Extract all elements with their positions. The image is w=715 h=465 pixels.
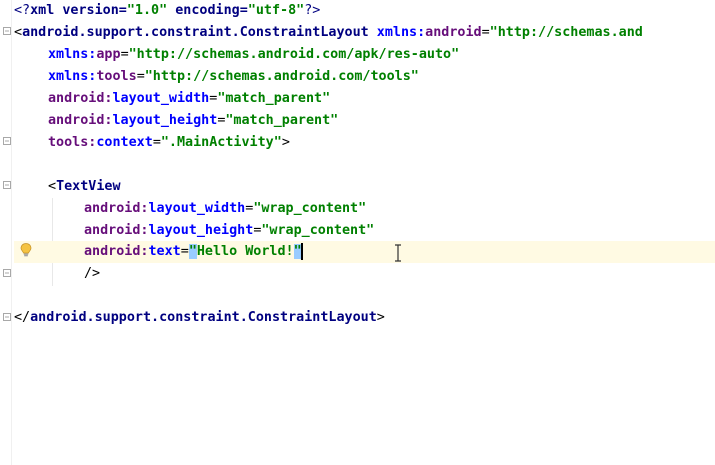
tag-name: android.support.constraint.ConstraintLay… — [30, 310, 377, 325]
fold-marker-icon[interactable] — [3, 313, 11, 321]
attr-name: layout_height — [148, 223, 254, 238]
attr-name: text — [148, 244, 181, 259]
pi-xml: xml version= — [30, 3, 127, 18]
attr-namespace: android: — [48, 113, 113, 128]
pi-encoding-value: "utf-8" — [247, 3, 305, 18]
tag-open: < — [14, 25, 23, 40]
text-cursor-icon — [393, 244, 403, 262]
code-line-15[interactable]: </android.support.constraint.ConstraintL… — [14, 307, 715, 329]
attr-namespace: android: — [84, 223, 149, 238]
attr-equals: = — [136, 69, 145, 84]
attr-namespace: tools: — [48, 135, 97, 150]
attr-value: "http://schemas.and — [489, 25, 643, 40]
attr-value: ".MainActivity" — [160, 135, 282, 150]
tag-name: TextView — [56, 179, 121, 194]
code-line-5[interactable]: android:layout_width="match_parent" — [14, 88, 715, 110]
attr-value: "wrap_content" — [261, 223, 375, 238]
attr-equals: = — [152, 135, 161, 150]
attr-name: tools — [96, 69, 137, 84]
attr-name: app — [96, 47, 121, 62]
tag-close: > — [281, 135, 290, 150]
pi-encoding: encoding= — [167, 3, 248, 18]
attr-namespace: xmlns: — [48, 69, 97, 84]
attr-equals: = — [481, 25, 490, 40]
code-line-1[interactable]: <?xml version="1.0" encoding="utf-8"?> — [14, 0, 715, 22]
code-line-13[interactable]: /> — [14, 263, 715, 285]
tag-open: < — [48, 179, 57, 194]
attr-name: android — [425, 25, 482, 40]
code-line-6[interactable]: android:layout_height="match_parent" — [14, 110, 715, 132]
fold-marker-icon[interactable] — [3, 137, 11, 145]
editor-gutter[interactable] — [0, 0, 12, 465]
attr-value: "match_parent" — [217, 91, 331, 106]
text-caret — [300, 242, 303, 260]
code-line-3[interactable]: xmlns:app="http://schemas.android.com/ap… — [14, 44, 715, 66]
attr-value: "wrap_content" — [253, 201, 367, 216]
lightbulb-icon[interactable] — [18, 242, 34, 258]
code-line-4[interactable]: xmlns:tools="http://schemas.android.com/… — [14, 66, 715, 88]
quote-open-highlight: " — [188, 244, 197, 259]
code-line-10[interactable]: android:layout_width="wrap_content" — [14, 198, 715, 220]
tag-open: </ — [14, 310, 31, 325]
fold-marker-icon[interactable] — [3, 269, 11, 277]
pi-close: ?> — [304, 3, 321, 18]
attr-value: "match_parent" — [225, 113, 339, 128]
attr-name: layout_height — [112, 113, 218, 128]
attr-namespace: android: — [48, 91, 113, 106]
gutter-separator — [11, 0, 12, 465]
attr-equals: = — [120, 47, 129, 62]
code-line-12-current[interactable]: android:text="Hello World!" — [14, 241, 715, 263]
tag-self-close: /> — [84, 266, 101, 281]
code-line-7[interactable]: tools:context=".MainActivity"> — [14, 132, 715, 154]
code-line-9[interactable]: <TextView — [14, 176, 715, 198]
fold-marker-icon[interactable] — [3, 27, 11, 35]
attr-namespace: xmlns: — [368, 25, 426, 40]
attr-namespace: xmlns: — [48, 47, 97, 62]
code-line-2[interactable]: <android.support.constraint.ConstraintLa… — [14, 22, 715, 44]
attr-value: "http://schemas.android.com/tools" — [144, 69, 419, 84]
pi-version: "1.0" — [126, 3, 168, 18]
attr-value: Hello World! — [196, 244, 294, 259]
fold-marker-icon[interactable] — [3, 181, 11, 189]
attr-equals: = — [180, 244, 189, 259]
attr-name: context — [96, 135, 153, 150]
tag-name: android.support.constraint.ConstraintLay… — [22, 25, 369, 40]
code-line-11[interactable]: android:layout_height="wrap_content" — [14, 220, 715, 242]
attr-name: layout_width — [112, 91, 210, 106]
attr-name: layout_width — [148, 201, 246, 216]
tag-close: > — [376, 310, 385, 325]
attr-namespace: android: — [84, 244, 149, 259]
pi-open: <? — [14, 3, 31, 18]
attr-namespace: android: — [84, 201, 149, 216]
attr-value: "http://schemas.android.com/apk/res-auto… — [128, 47, 460, 62]
